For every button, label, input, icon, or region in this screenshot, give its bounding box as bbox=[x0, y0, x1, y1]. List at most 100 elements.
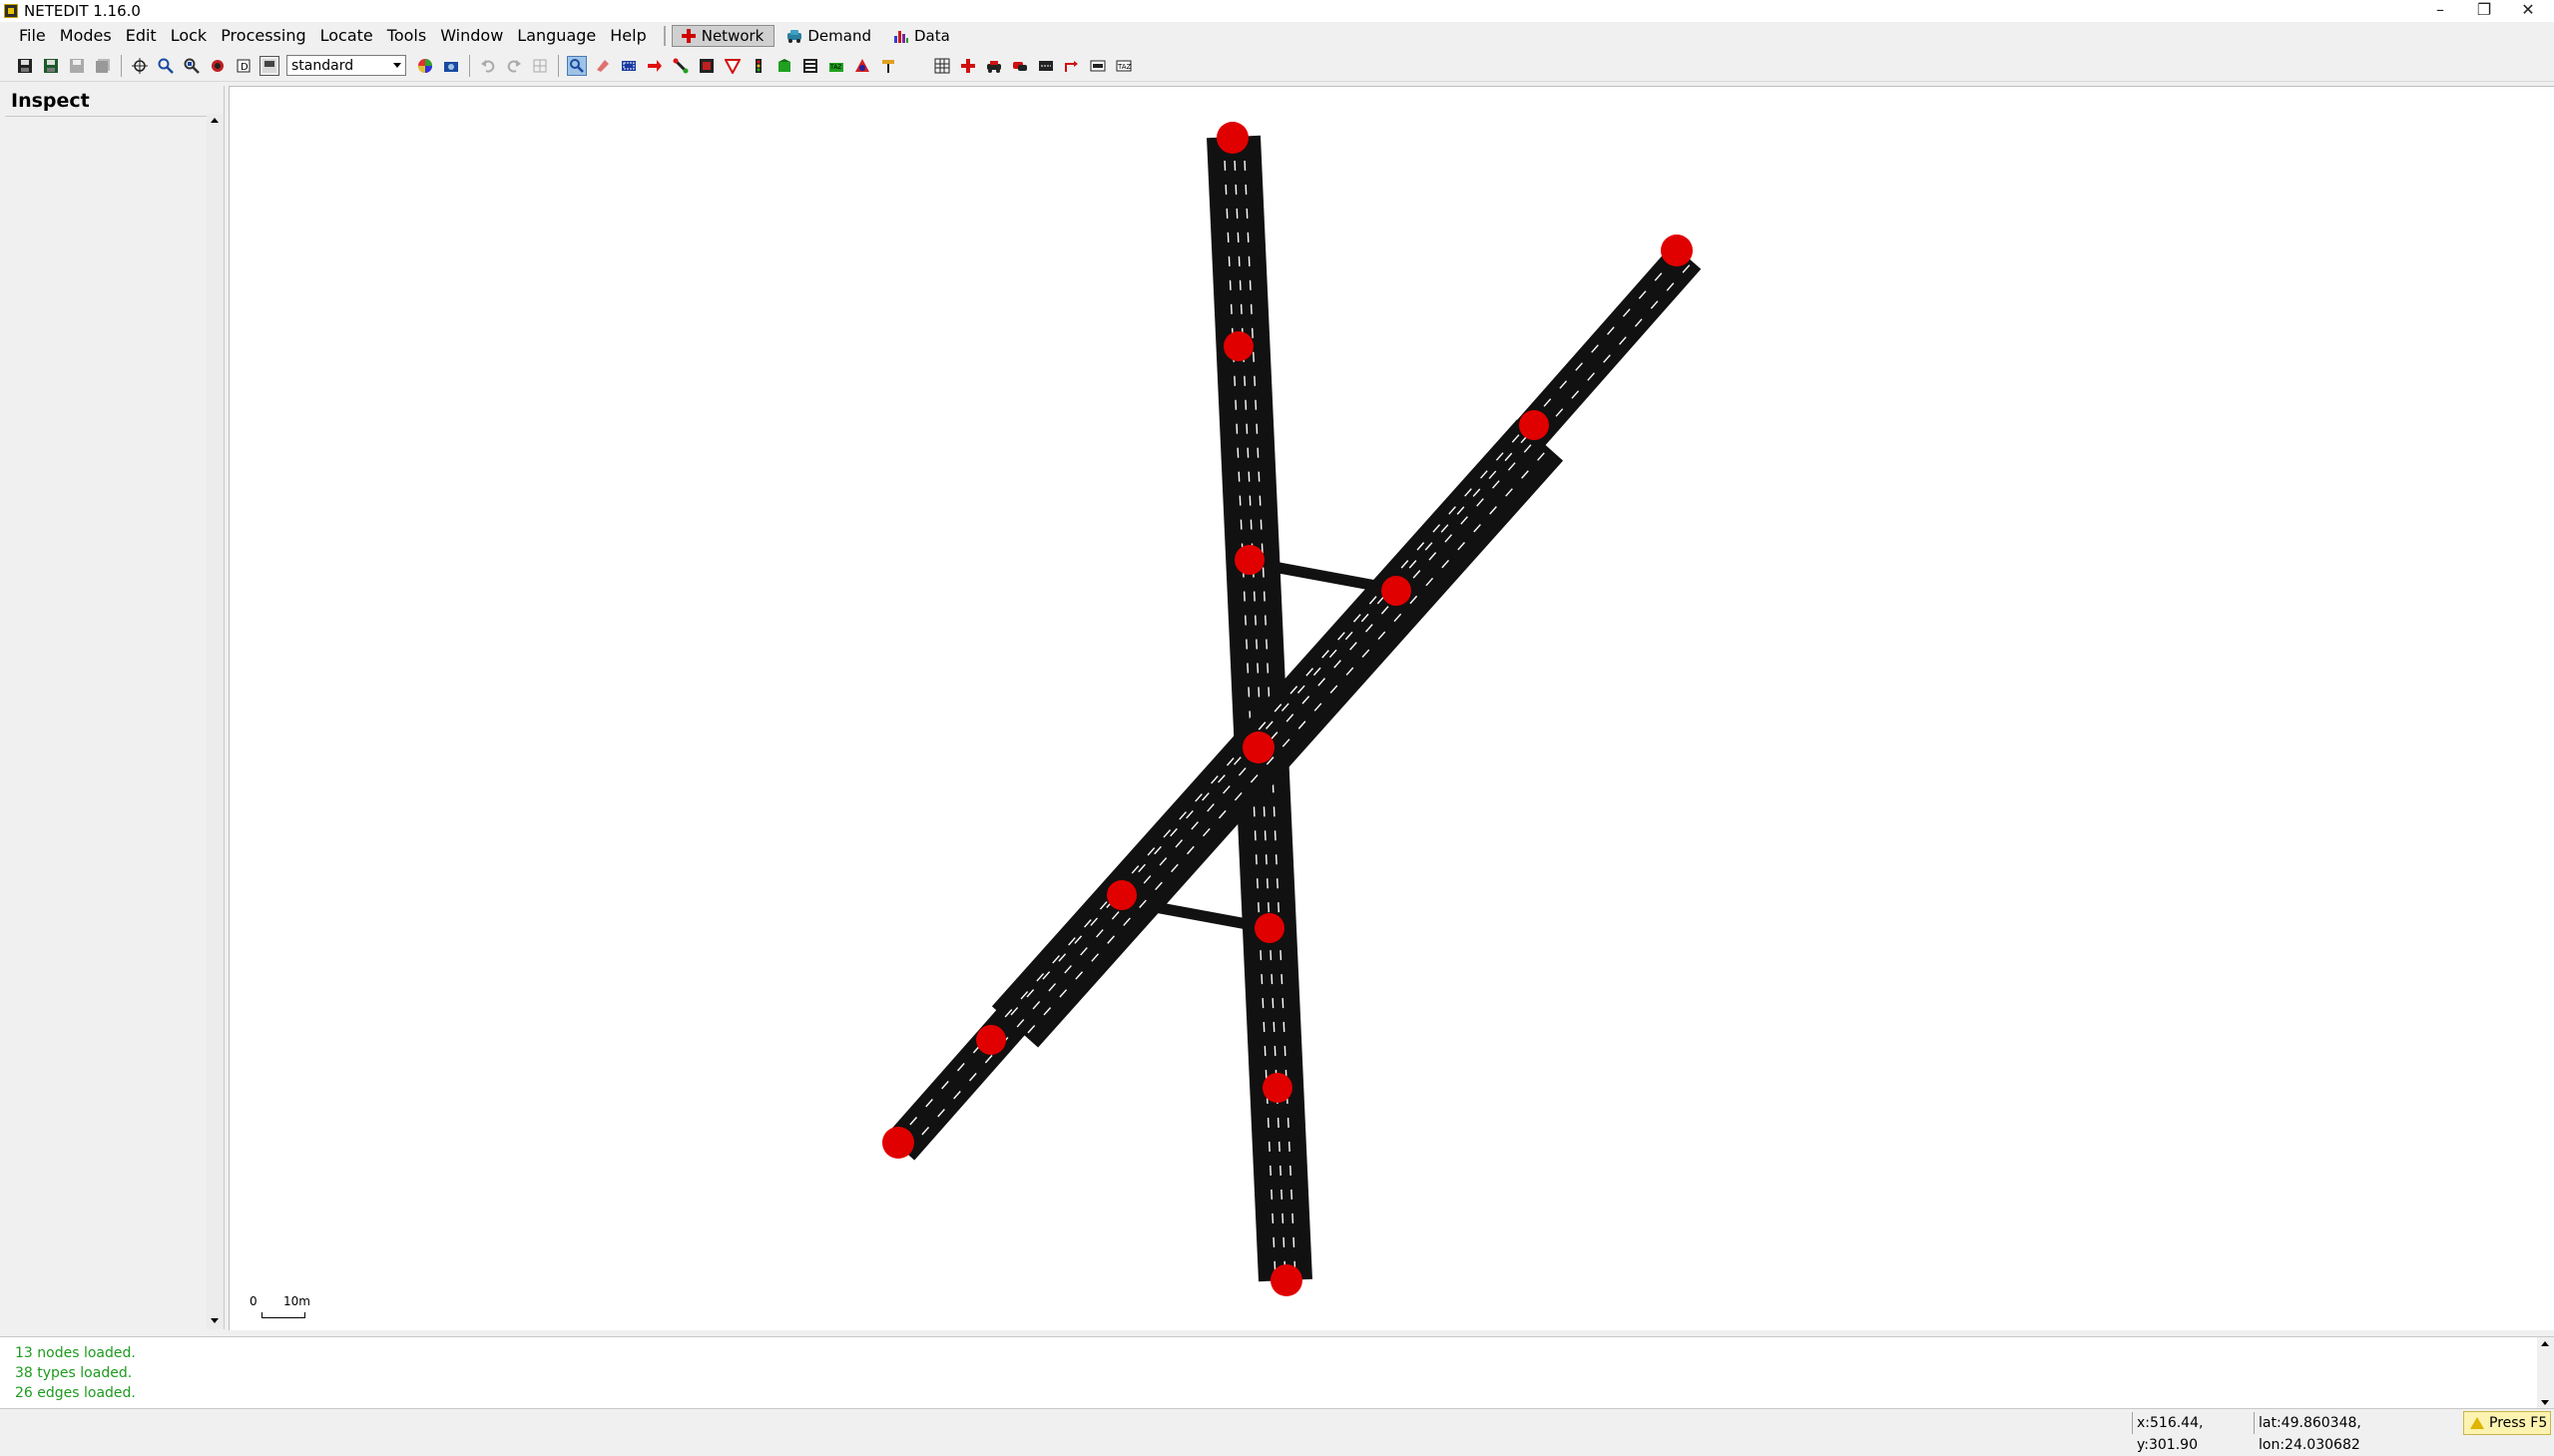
junction-shape-icon[interactable] bbox=[958, 56, 978, 76]
svg-text:TAZ: TAZ bbox=[829, 64, 841, 71]
prohibition-mode-icon[interactable] bbox=[723, 56, 743, 76]
netedit-app-icon bbox=[4, 4, 18, 18]
move-mode-icon[interactable] bbox=[645, 56, 665, 76]
redo-icon[interactable] bbox=[504, 56, 524, 76]
junction-node[interactable] bbox=[1107, 880, 1137, 910]
mode-data-label: Data bbox=[914, 26, 950, 45]
scroll-up-icon[interactable] bbox=[2541, 1341, 2549, 1346]
menu-lock[interactable]: Lock bbox=[164, 22, 214, 49]
press-f5-label: Press F5 bbox=[2489, 1415, 2548, 1431]
edit-colors-icon[interactable] bbox=[208, 56, 228, 76]
junction-node[interactable] bbox=[1381, 576, 1411, 606]
message-line: 26 edges loaded. bbox=[15, 1385, 136, 1401]
delete-mode-icon[interactable] bbox=[593, 56, 613, 76]
save-network-icon[interactable] bbox=[15, 56, 35, 76]
status-bar: x:516.44, y:301.90 lat:49.860348, lon:24… bbox=[0, 1408, 2554, 1453]
scale-bar: 0 10m bbox=[240, 1294, 310, 1324]
menu-help[interactable]: Help bbox=[603, 22, 653, 49]
select-mode-icon[interactable] bbox=[619, 56, 639, 76]
title-bar: NETEDIT 1.16.0 – ❐ ✕ bbox=[0, 0, 2554, 22]
save-as-icon[interactable] bbox=[41, 56, 61, 76]
message-line: 13 nodes loaded. bbox=[15, 1345, 136, 1361]
menu-edit[interactable]: Edit bbox=[119, 22, 164, 49]
taz-mode-icon[interactable]: TAZ bbox=[826, 56, 846, 76]
locate-junction-icon[interactable] bbox=[156, 56, 176, 76]
junction-node[interactable] bbox=[1243, 731, 1275, 763]
menu-processing[interactable]: Processing bbox=[214, 22, 312, 49]
network-canvas[interactable]: 0 10m bbox=[229, 86, 2554, 1330]
crossing-mode-icon[interactable] bbox=[800, 56, 820, 76]
scale-ten-label: 10m bbox=[283, 1294, 310, 1308]
junction-node[interactable] bbox=[1224, 331, 1254, 361]
message-window: 13 nodes loaded. 38 types loaded. 26 edg… bbox=[0, 1336, 2554, 1409]
mode-demand-button[interactable]: Demand bbox=[778, 25, 881, 47]
menu-file[interactable]: File bbox=[12, 22, 53, 49]
junction-node[interactable] bbox=[882, 1127, 914, 1159]
save-all-icon[interactable] bbox=[93, 56, 113, 76]
junction-node[interactable] bbox=[1271, 1264, 1302, 1296]
scroll-down-icon[interactable] bbox=[211, 1318, 219, 1323]
view-settings-icon[interactable] bbox=[259, 55, 279, 76]
network-drawing[interactable] bbox=[230, 87, 2554, 1330]
junction-node[interactable] bbox=[1519, 410, 1549, 440]
show-connections-icon[interactable] bbox=[1062, 56, 1082, 76]
menu-tools[interactable]: Tools bbox=[380, 22, 433, 49]
shape-mode-icon[interactable] bbox=[852, 56, 872, 76]
menu-window[interactable]: Window bbox=[433, 22, 510, 49]
network-cross-icon bbox=[681, 28, 697, 44]
toggle-grid-disabled-icon[interactable] bbox=[530, 56, 550, 76]
toolbar: D standard TAZ TAZ bbox=[0, 50, 2554, 82]
show-demand-icon[interactable] bbox=[1010, 56, 1030, 76]
data-chart-icon bbox=[893, 28, 909, 44]
additional-mode-icon[interactable] bbox=[774, 56, 794, 76]
connection-mode-icon[interactable] bbox=[697, 56, 717, 76]
junction-node[interactable] bbox=[976, 1025, 1006, 1055]
mode-demand-label: Demand bbox=[807, 26, 871, 45]
menu-locate[interactable]: Locate bbox=[313, 22, 380, 49]
close-button[interactable]: ✕ bbox=[2505, 0, 2551, 22]
junction-node[interactable] bbox=[1255, 913, 1284, 943]
junction-node[interactable] bbox=[1217, 122, 1249, 154]
scale-line bbox=[261, 1312, 305, 1318]
recenter-view-icon[interactable] bbox=[130, 56, 150, 76]
undo-icon[interactable] bbox=[478, 56, 498, 76]
svg-text:D: D bbox=[241, 62, 249, 73]
create-edge-icon[interactable] bbox=[671, 56, 691, 76]
traffic-light-icon[interactable] bbox=[749, 56, 768, 76]
junction-node[interactable] bbox=[1263, 1073, 1292, 1103]
mode-data-button[interactable]: Data bbox=[885, 25, 960, 47]
menu-separator bbox=[663, 25, 666, 46]
scroll-up-icon[interactable] bbox=[211, 118, 219, 123]
wire-mode-icon[interactable] bbox=[878, 56, 898, 76]
junction-node[interactable] bbox=[1235, 545, 1265, 575]
save-additionals-icon[interactable] bbox=[67, 56, 87, 76]
mode-network-button[interactable]: Network bbox=[671, 24, 775, 47]
color-wheel-icon[interactable] bbox=[415, 56, 435, 76]
menu-language[interactable]: Language bbox=[510, 22, 603, 49]
auto-select-junctions-icon[interactable]: TAZ bbox=[1114, 56, 1134, 76]
menu-modes[interactable]: Modes bbox=[53, 22, 119, 49]
hide-connections-icon[interactable] bbox=[1088, 56, 1108, 76]
menu-bar: File Modes Edit Lock Processing Locate T… bbox=[0, 22, 2554, 49]
panel-scrollbar[interactable] bbox=[207, 114, 224, 1329]
inspect-mode-icon[interactable] bbox=[567, 55, 587, 76]
message-scrollbar[interactable] bbox=[2537, 1337, 2554, 1409]
locate-edge-icon[interactable] bbox=[182, 56, 202, 76]
select-edges-icon[interactable] bbox=[1036, 56, 1056, 76]
restore-button[interactable]: ❐ bbox=[2461, 0, 2507, 22]
minimize-button[interactable]: – bbox=[2417, 0, 2463, 22]
color-scheme-select[interactable]: standard bbox=[286, 55, 406, 76]
message-line: 38 types loaded. bbox=[15, 1365, 133, 1381]
junction-node[interactable] bbox=[1661, 235, 1693, 266]
press-f5-button[interactable]: Press F5 bbox=[2463, 1411, 2551, 1435]
mode-network-label: Network bbox=[701, 26, 765, 45]
screenshot-camera-icon[interactable] bbox=[441, 56, 461, 76]
status-xy: x:516.44, y:301.90 bbox=[2132, 1412, 2252, 1453]
svg-text:TAZ: TAZ bbox=[1117, 63, 1132, 71]
grid-toggle-icon[interactable] bbox=[932, 56, 952, 76]
scroll-down-icon[interactable] bbox=[2541, 1400, 2549, 1405]
window-title: NETEDIT 1.16.0 bbox=[24, 2, 141, 20]
viewport-icon[interactable]: D bbox=[234, 56, 254, 76]
vehicle-spread-icon[interactable] bbox=[984, 56, 1004, 76]
warning-icon bbox=[2470, 1417, 2484, 1429]
